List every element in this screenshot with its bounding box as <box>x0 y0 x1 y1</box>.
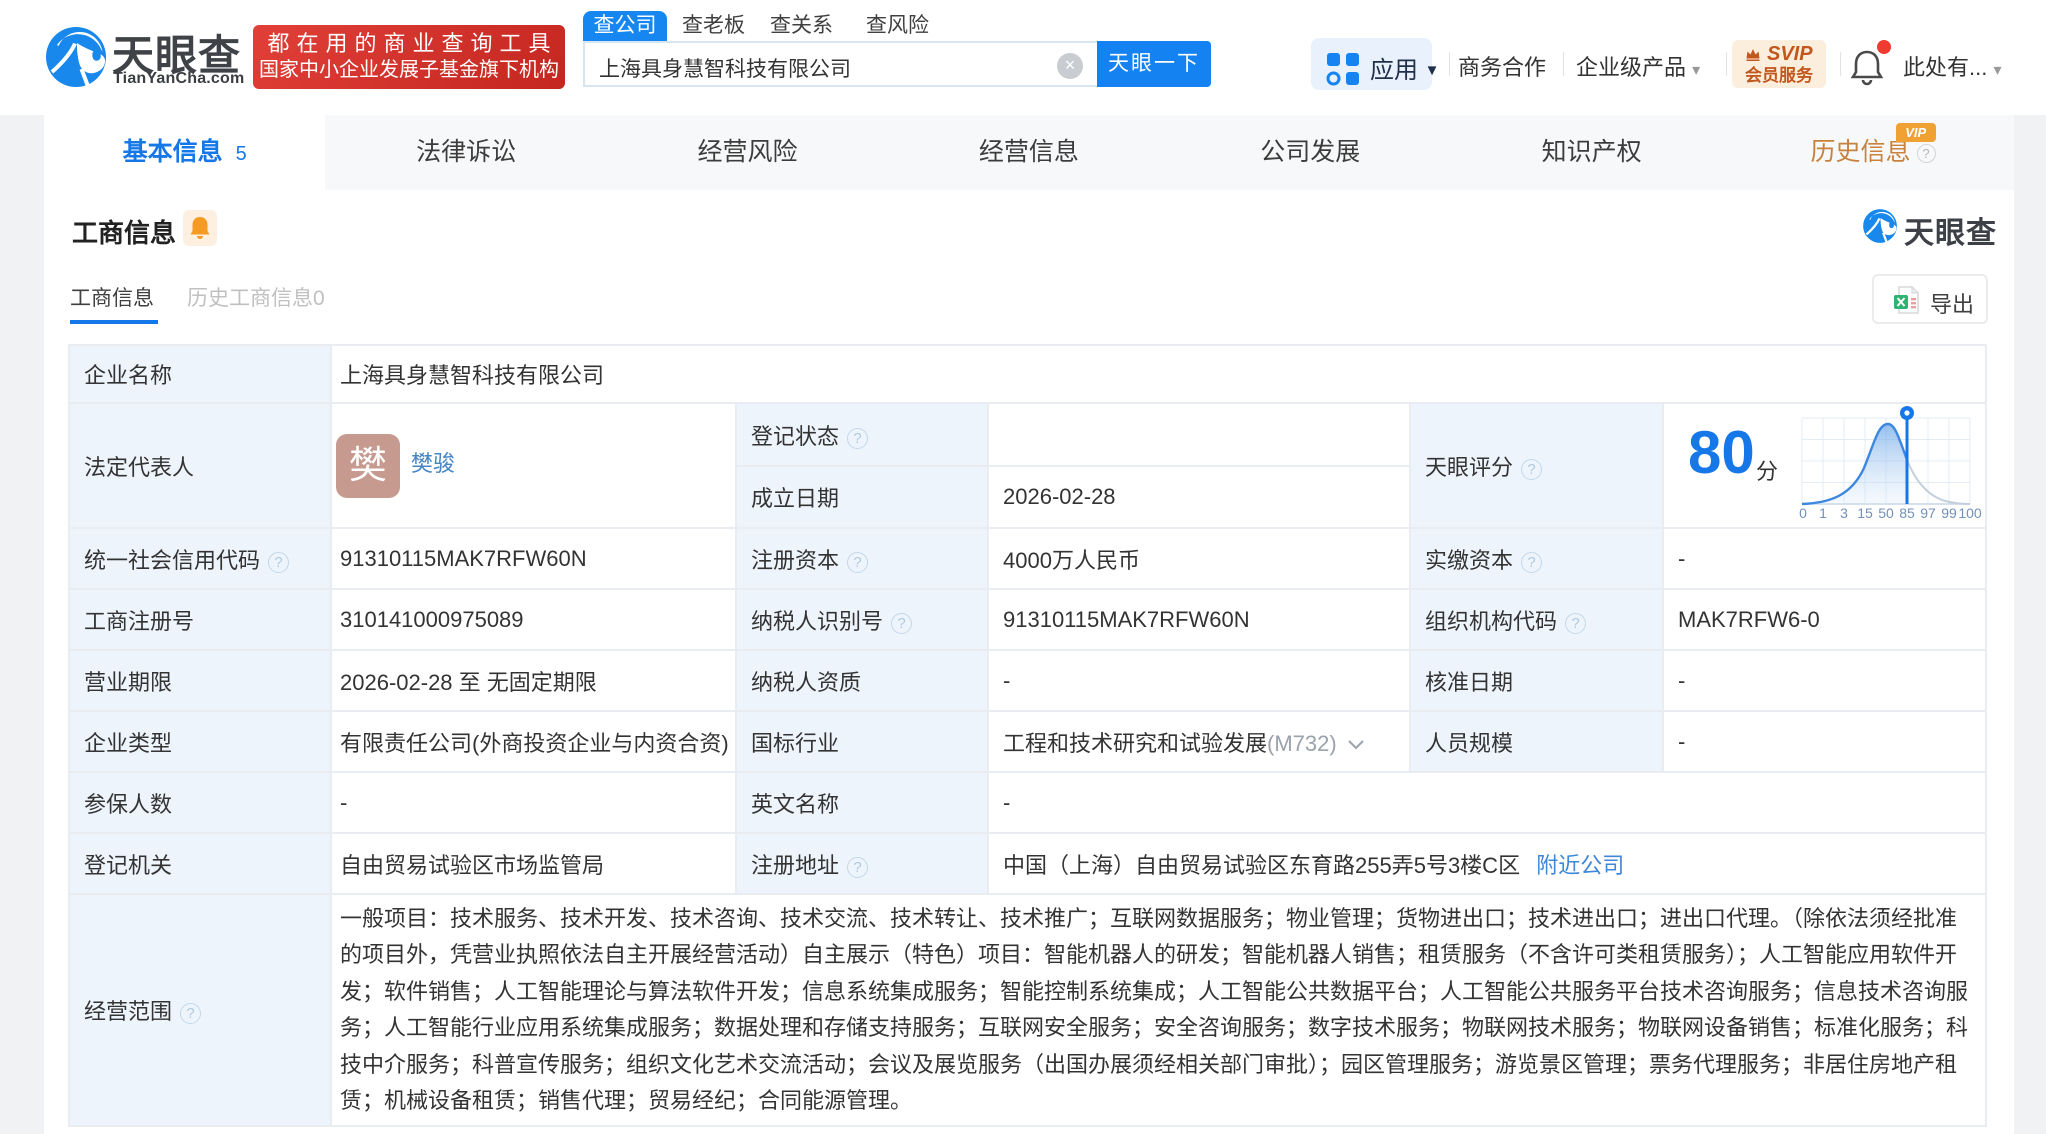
svg-text:3: 3 <box>1840 505 1848 521</box>
svg-text:100: 100 <box>1958 505 1982 521</box>
svg-text:97: 97 <box>1920 505 1936 521</box>
svg-text:1: 1 <box>1819 505 1827 521</box>
svg-text:15: 15 <box>1857 505 1873 521</box>
svg-text:50: 50 <box>1878 505 1894 521</box>
svg-text:99: 99 <box>1941 505 1957 521</box>
svg-text:0: 0 <box>1799 505 1807 521</box>
svg-text:85: 85 <box>1899 505 1915 521</box>
